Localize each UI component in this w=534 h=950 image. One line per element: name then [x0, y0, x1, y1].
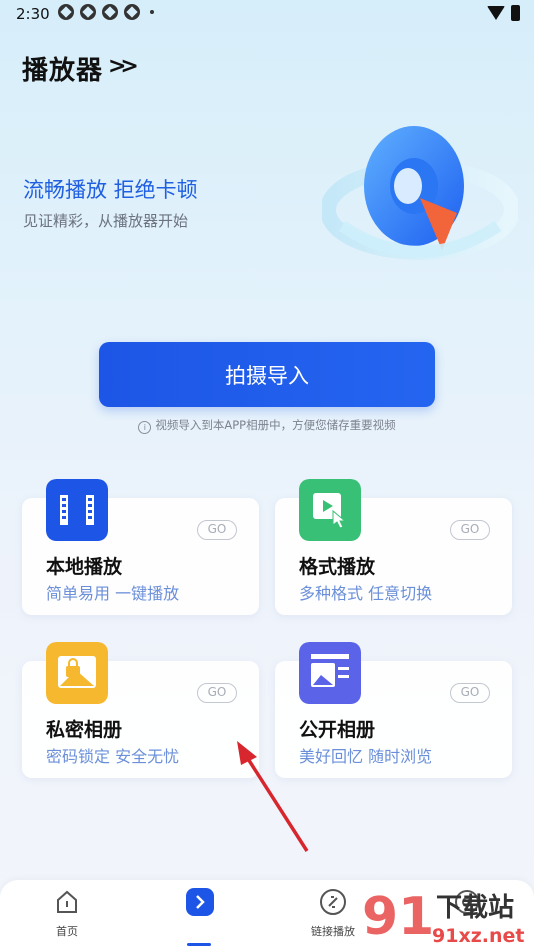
capture-hint-text: 视频导入到本APP相册中，方便您储存重要视频: [155, 418, 396, 432]
more-notifications-dot: [150, 10, 154, 14]
card-subtitle: 密码锁定 安全无忧: [46, 747, 180, 766]
hero-slogan: 流畅播放 拒绝卡顿: [23, 178, 198, 202]
card-subtitle: 美好回忆 随时浏览: [299, 747, 433, 766]
card-title: 本地播放: [46, 556, 123, 578]
locked-photo-icon: [46, 642, 108, 704]
battery-icon: [511, 5, 520, 21]
photo-album-icon: [299, 642, 361, 704]
notification-icon: [80, 4, 96, 20]
link-icon: [320, 889, 346, 915]
active-tab-indicator: [187, 943, 211, 946]
notification-icons: [58, 4, 154, 20]
watermark-logo: 91 下载站 91xz.net: [362, 887, 524, 947]
status-bar: 2:30: [0, 0, 534, 28]
info-icon: i: [138, 421, 152, 434]
card-subtitle: 多种格式 任意切换: [299, 584, 433, 603]
tab-main[interactable]: [165, 888, 235, 920]
title-arrows-icon: >>: [108, 54, 139, 79]
home-icon: [57, 890, 77, 913]
card-title: 格式播放: [299, 556, 376, 578]
card-subtitle: 简单易用 一键播放: [46, 584, 180, 603]
watermark-domain: 91xz.net: [432, 925, 524, 947]
hero-subslogan: 见证精彩，从播放器开始: [23, 212, 189, 230]
player-hero-illustration: [322, 126, 518, 260]
tab-home[interactable]: 首页: [32, 888, 102, 939]
notification-icon: [124, 4, 140, 20]
go-badge: GO: [450, 520, 490, 540]
wifi-icon: [487, 6, 505, 20]
app-title: 播放器: [22, 56, 104, 86]
svg-text:91: 91: [362, 887, 434, 947]
status-time: 2:30: [16, 5, 50, 23]
watermark-text-cn: 下载站: [436, 893, 514, 923]
go-badge: GO: [450, 683, 490, 703]
go-badge: GO: [197, 520, 237, 540]
capture-hint: i 视频导入到本APP相册中，方便您储存重要视频: [0, 417, 534, 434]
film-icon: [46, 479, 108, 541]
chevron-right-icon: [186, 888, 214, 916]
notification-icon: [102, 4, 118, 20]
capture-import-button[interactable]: 拍摄导入: [99, 342, 435, 407]
tab-label: 首页: [56, 925, 78, 938]
annotation-arrow-icon: [237, 741, 309, 852]
go-badge: GO: [197, 683, 237, 703]
video-tap-icon: [299, 479, 361, 541]
card-title: 私密相册: [46, 719, 123, 741]
notification-icon: [58, 4, 74, 20]
